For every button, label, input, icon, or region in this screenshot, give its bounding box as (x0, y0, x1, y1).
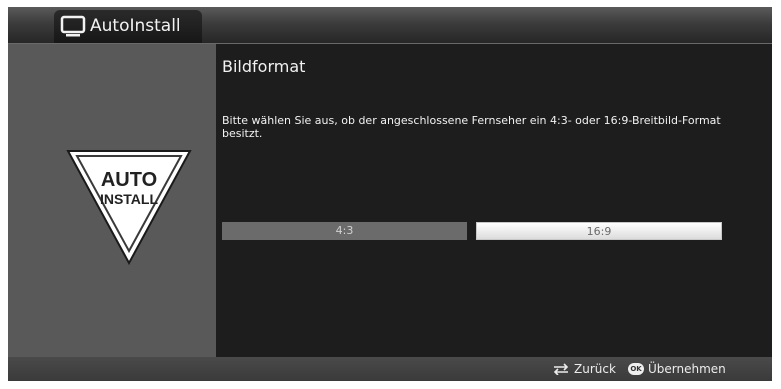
option-16-9[interactable]: 16:9 (476, 222, 722, 240)
logo-line-install: INSTALL (100, 191, 159, 207)
option-4-3[interactable]: 4:3 (222, 222, 467, 240)
tv-screen: AutoInstall AUTO INSTALL (8, 7, 772, 381)
page-heading: Bildformat (222, 57, 306, 76)
app-title: AutoInstall (90, 16, 181, 36)
title-bar: AutoInstall (8, 7, 772, 44)
ok-hint[interactable]: OK Übernehmen (628, 361, 726, 377)
ok-button-icon: OK (628, 363, 644, 375)
logo-line-auto: AUTO (101, 169, 157, 191)
left-panel: AUTO INSTALL (8, 44, 216, 357)
autoinstall-logo: AUTO INSTALL (66, 150, 192, 266)
bottom-bar: Zurück OK Übernehmen (8, 357, 772, 381)
description-text: Bitte wählen Sie aus, ob der angeschloss… (222, 114, 721, 140)
tv-icon (60, 15, 86, 37)
back-hint[interactable]: Zurück (552, 361, 616, 377)
back-label: Zurück (574, 362, 616, 376)
ok-label: Übernehmen (648, 362, 726, 376)
main-panel (216, 44, 772, 357)
back-arrows-icon (553, 363, 569, 375)
